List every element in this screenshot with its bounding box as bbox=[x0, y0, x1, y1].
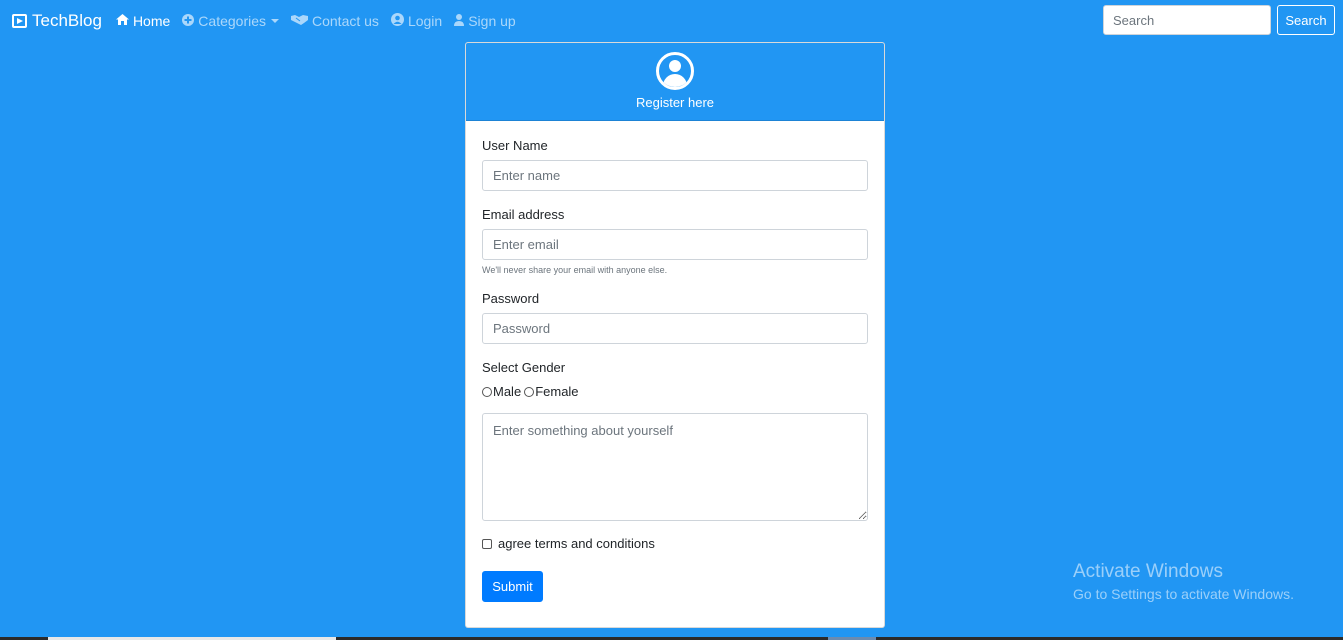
email-label: Email address bbox=[482, 207, 565, 222]
nav-home-label: Home bbox=[132, 13, 171, 29]
username-input[interactable] bbox=[482, 160, 868, 191]
search-input[interactable] bbox=[1103, 5, 1271, 35]
nav-login-label: Login bbox=[407, 13, 443, 29]
brand-link[interactable]: TechBlog bbox=[12, 11, 102, 31]
navbar: TechBlog Home Categories Contact us Logi… bbox=[0, 0, 1343, 42]
search-form: Search bbox=[1103, 5, 1335, 35]
nav-signup[interactable]: Sign up bbox=[454, 13, 516, 29]
terms-label: agree terms and conditions bbox=[498, 536, 655, 551]
gender-male-label: Male bbox=[493, 384, 522, 399]
card-header: Register here bbox=[466, 43, 884, 121]
brand-name: TechBlog bbox=[32, 11, 102, 30]
nav-categories-label: Categories bbox=[198, 13, 266, 29]
nav-categories[interactable]: Categories bbox=[182, 13, 279, 29]
nav-login[interactable]: Login bbox=[390, 13, 443, 29]
password-input[interactable] bbox=[482, 313, 868, 344]
activate-windows-watermark: Activate Windows Go to Settings to activ… bbox=[1073, 561, 1294, 602]
gender-female-label: Female bbox=[535, 384, 579, 399]
password-label: Password bbox=[482, 291, 540, 306]
nav-contact[interactable]: Contact us bbox=[291, 13, 379, 29]
card-title: Register here bbox=[635, 95, 715, 110]
play-square-icon bbox=[12, 14, 27, 28]
gender-options: Male Female bbox=[482, 384, 868, 399]
submit-button[interactable]: Submit bbox=[482, 571, 543, 602]
watermark-subtitle: Go to Settings to activate Windows. bbox=[1073, 586, 1294, 602]
plus-circle-icon bbox=[182, 13, 195, 29]
nav-signup-label: Sign up bbox=[468, 13, 516, 29]
user-circle-icon bbox=[390, 13, 404, 29]
search-button[interactable]: Search bbox=[1277, 5, 1335, 35]
email-help-text: We'll never share your email with anyone… bbox=[482, 265, 668, 275]
terms-row: agree terms and conditions bbox=[482, 536, 868, 551]
email-input[interactable] bbox=[482, 229, 868, 260]
user-circle-icon bbox=[656, 52, 694, 90]
watermark-title: Activate Windows bbox=[1073, 561, 1223, 582]
handshake-icon bbox=[291, 14, 308, 28]
register-form: User Name Email address We'll never shar… bbox=[466, 121, 884, 602]
nav-contact-label: Contact us bbox=[312, 13, 379, 29]
username-label: User Name bbox=[482, 138, 548, 153]
gender-female-radio[interactable] bbox=[524, 386, 535, 397]
gender-label: Select Gender bbox=[482, 360, 566, 375]
terms-checkbox[interactable] bbox=[482, 538, 492, 549]
register-card: Register here User Name Email address We… bbox=[465, 42, 885, 628]
chevron-down-icon bbox=[271, 19, 279, 23]
nav-home[interactable]: Home bbox=[115, 13, 171, 29]
home-icon bbox=[115, 14, 129, 28]
user-icon bbox=[454, 13, 465, 29]
gender-male-radio[interactable] bbox=[482, 386, 492, 397]
about-textarea[interactable] bbox=[482, 413, 868, 521]
